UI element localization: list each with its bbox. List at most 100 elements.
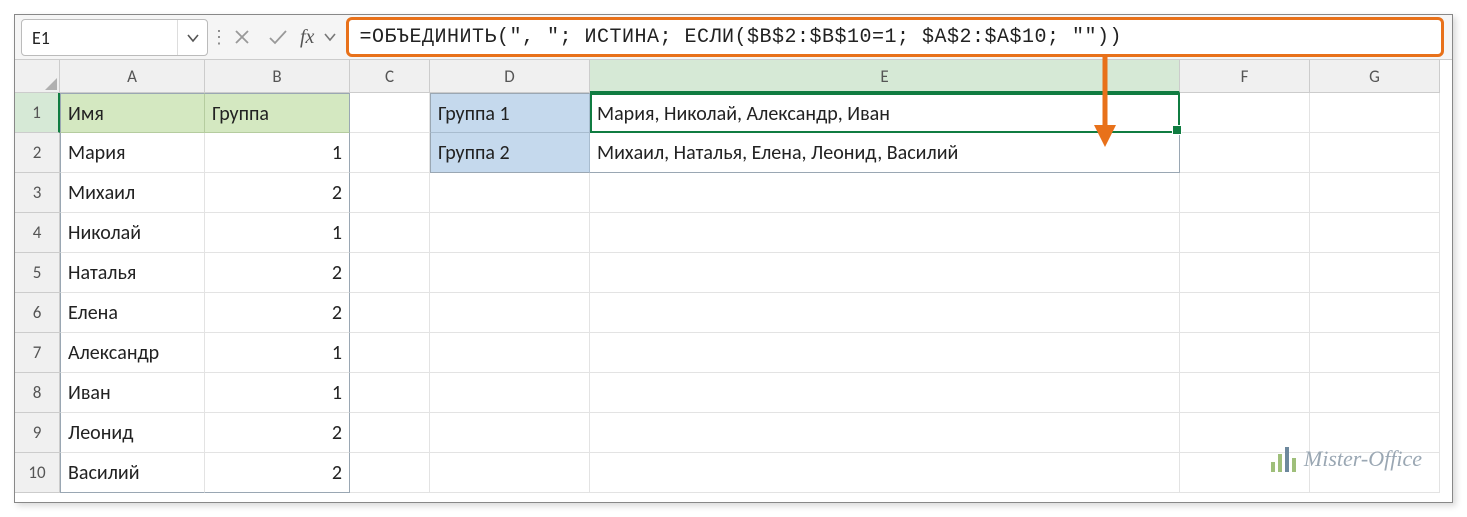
- col-header-F[interactable]: F: [1180, 60, 1310, 93]
- cell-G8[interactable]: [1310, 373, 1440, 413]
- cell-A1[interactable]: Имя: [60, 93, 205, 133]
- cell-F7[interactable]: [1180, 333, 1310, 373]
- cell-F8[interactable]: [1180, 373, 1310, 413]
- cell-B6[interactable]: 2: [205, 293, 350, 333]
- chevron-down-icon: [323, 30, 337, 44]
- cell-C1[interactable]: [350, 93, 430, 133]
- cell-A9[interactable]: Леонид: [60, 413, 205, 453]
- cell-E2[interactable]: Михаил, Наталья, Елена, Леонид, Василий: [590, 133, 1180, 173]
- cell-A2[interactable]: Мария: [60, 133, 205, 173]
- cell-E6[interactable]: [590, 293, 1180, 333]
- cell-D5[interactable]: [430, 253, 590, 293]
- col-header-A[interactable]: A: [60, 60, 205, 93]
- cell-B1[interactable]: Группа: [205, 93, 350, 133]
- cell-A8[interactable]: Иван: [60, 373, 205, 413]
- cell-F6[interactable]: [1180, 293, 1310, 333]
- watermark-text: Mister-Office: [1304, 446, 1422, 472]
- row-header-6[interactable]: 6: [15, 293, 60, 333]
- row-header-2[interactable]: 2: [15, 133, 60, 173]
- cell-F3[interactable]: [1180, 173, 1310, 213]
- row-header-7[interactable]: 7: [15, 333, 60, 373]
- cell-C9[interactable]: [350, 413, 430, 453]
- fx-label[interactable]: fx: [296, 15, 318, 59]
- cell-C8[interactable]: [350, 373, 430, 413]
- name-box-wrap: [21, 19, 208, 56]
- cell-E9[interactable]: [590, 413, 1180, 453]
- cell-D6[interactable]: [430, 293, 590, 333]
- cell-D2[interactable]: Группа 2: [430, 133, 590, 173]
- enter-button[interactable]: [260, 15, 296, 59]
- cell-B7[interactable]: 1: [205, 333, 350, 373]
- select-all-corner[interactable]: [15, 60, 60, 93]
- col-header-D[interactable]: D: [430, 60, 590, 93]
- app-frame: ⋮ fx A B C D E F G 1 Имя Группа Группа 1…: [14, 14, 1453, 503]
- row-header-8[interactable]: 8: [15, 373, 60, 413]
- cell-G7[interactable]: [1310, 333, 1440, 373]
- cell-A6[interactable]: Елена: [60, 293, 205, 333]
- cell-F4[interactable]: [1180, 213, 1310, 253]
- cell-B5[interactable]: 2: [205, 253, 350, 293]
- cell-B9[interactable]: 2: [205, 413, 350, 453]
- cell-A4[interactable]: Николай: [60, 213, 205, 253]
- cell-G1[interactable]: [1310, 93, 1440, 133]
- cell-B8[interactable]: 1: [205, 373, 350, 413]
- name-box-input[interactable]: [22, 20, 177, 55]
- cell-C6[interactable]: [350, 293, 430, 333]
- cell-A7[interactable]: Александр: [60, 333, 205, 373]
- row-header-9[interactable]: 9: [15, 413, 60, 453]
- cell-G3[interactable]: [1310, 173, 1440, 213]
- cell-E3[interactable]: [590, 173, 1180, 213]
- cell-C2[interactable]: [350, 133, 430, 173]
- cell-E5[interactable]: [590, 253, 1180, 293]
- row-header-10[interactable]: 10: [15, 453, 60, 493]
- cell-D4[interactable]: [430, 213, 590, 253]
- cell-G2[interactable]: [1310, 133, 1440, 173]
- cell-F1[interactable]: [1180, 93, 1310, 133]
- row-header-4[interactable]: 4: [15, 213, 60, 253]
- cell-B3[interactable]: 2: [205, 173, 350, 213]
- cell-D10[interactable]: [430, 453, 590, 493]
- cell-G5[interactable]: [1310, 253, 1440, 293]
- name-box-dropdown[interactable]: [177, 20, 207, 55]
- cell-C7[interactable]: [350, 333, 430, 373]
- cancel-button[interactable]: [224, 15, 260, 59]
- cell-C5[interactable]: [350, 253, 430, 293]
- formula-highlight-box: [346, 17, 1444, 57]
- col-header-B[interactable]: B: [205, 60, 350, 93]
- cell-E4[interactable]: [590, 213, 1180, 253]
- row-header-5[interactable]: 5: [15, 253, 60, 293]
- formula-expand[interactable]: [318, 15, 342, 59]
- col-header-E[interactable]: E: [590, 60, 1180, 93]
- formula-input[interactable]: [359, 26, 1431, 49]
- cell-E10[interactable]: [590, 453, 1180, 493]
- cell-G4[interactable]: [1310, 213, 1440, 253]
- spreadsheet-grid[interactable]: A B C D E F G 1 Имя Группа Группа 1 Мари…: [15, 60, 1452, 493]
- cell-A10[interactable]: Василий: [60, 453, 205, 493]
- cell-A3[interactable]: Михаил: [60, 173, 205, 213]
- col-header-G[interactable]: G: [1310, 60, 1440, 93]
- row-header-3[interactable]: 3: [15, 173, 60, 213]
- cell-B4[interactable]: 1: [205, 213, 350, 253]
- cell-B10[interactable]: 2: [205, 453, 350, 493]
- check-icon: [268, 28, 288, 46]
- row-header-1[interactable]: 1: [15, 93, 60, 133]
- cell-F5[interactable]: [1180, 253, 1310, 293]
- col-header-C[interactable]: C: [350, 60, 430, 93]
- cell-C3[interactable]: [350, 173, 430, 213]
- cell-C10[interactable]: [350, 453, 430, 493]
- cell-F2[interactable]: [1180, 133, 1310, 173]
- formula-bar: ⋮ fx: [15, 15, 1452, 60]
- cell-D9[interactable]: [430, 413, 590, 453]
- cell-A5[interactable]: Наталья: [60, 253, 205, 293]
- cell-D7[interactable]: [430, 333, 590, 373]
- cell-D8[interactable]: [430, 373, 590, 413]
- chevron-down-icon: [186, 31, 200, 45]
- cell-E1[interactable]: Мария, Николай, Александр, Иван: [590, 93, 1180, 133]
- cell-E7[interactable]: [590, 333, 1180, 373]
- cell-B2[interactable]: 1: [205, 133, 350, 173]
- cell-E8[interactable]: [590, 373, 1180, 413]
- cell-D3[interactable]: [430, 173, 590, 213]
- cell-G6[interactable]: [1310, 293, 1440, 333]
- cell-D1[interactable]: Группа 1: [430, 93, 590, 133]
- cell-C4[interactable]: [350, 213, 430, 253]
